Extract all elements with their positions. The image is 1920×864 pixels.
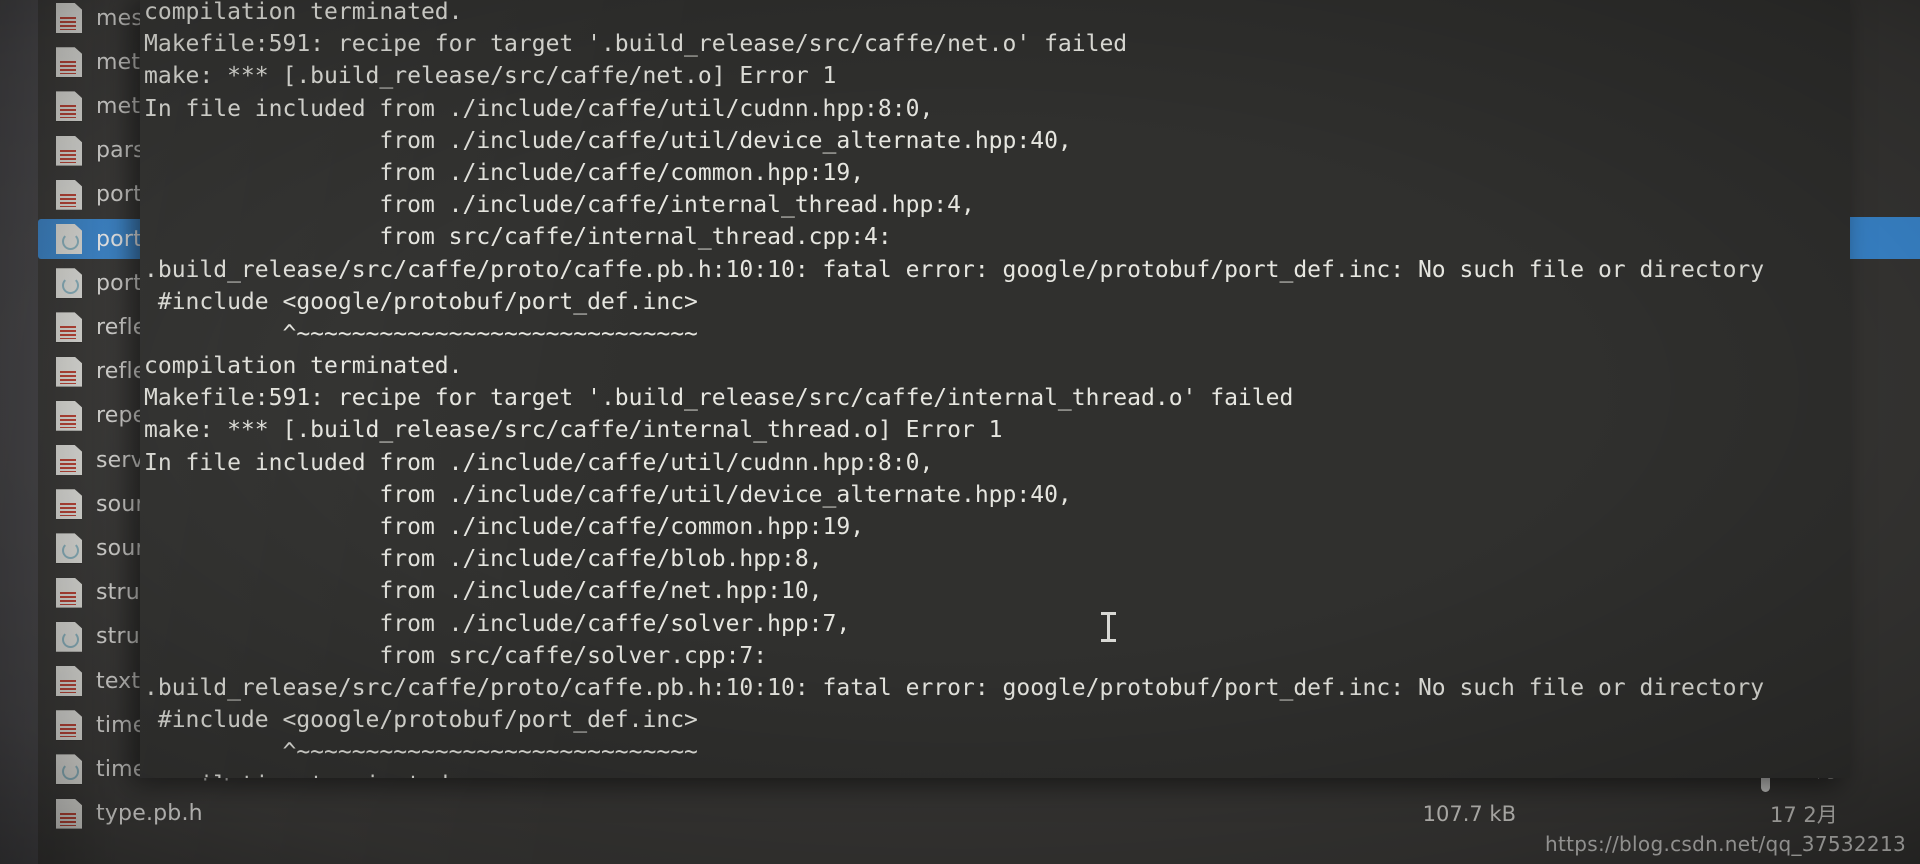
terminal-line: from src/caffe/solver.cpp:7: xyxy=(144,642,768,669)
terminal-line: Makefile:591: recipe for target '.build_… xyxy=(144,385,1294,412)
proto-file-icon xyxy=(56,268,82,299)
terminal-line: ^~~~~~~~~~~~~~~~~~~~~~~~~~~~~~ xyxy=(144,320,698,347)
file-date-label: 17 2月 xyxy=(1770,802,1838,827)
file-size-label: 107.7 kB xyxy=(1422,801,1516,826)
proto-file-icon xyxy=(56,754,82,785)
terminal-line: from ./include/caffe/internal_thread.hpp… xyxy=(144,192,975,219)
terminal-line: .build_release/src/caffe/proto/caffe.pb.… xyxy=(144,256,1765,283)
file-name-cell[interactable]: type.pb.h xyxy=(38,794,322,834)
terminal-line: from src/caffe/internal_thread.cpp:4: xyxy=(144,224,892,251)
terminal-line: from ./include/caffe/util/device_alterna… xyxy=(144,481,1072,508)
photographed-screen: message_lite.h7 2月metadata.h7 2月metadata… xyxy=(0,0,1920,864)
proto-file-icon xyxy=(56,224,82,254)
terminal-line: compilation terminated. xyxy=(144,769,1764,779)
terminal-line: In file included from ./include/caffe/ut… xyxy=(144,95,934,122)
h-file-icon xyxy=(56,356,82,387)
h-file-icon xyxy=(56,179,82,210)
terminal-line: ^~~~~~~~~~~~~~~~~~~~~~~~~~~~~~ xyxy=(144,739,698,766)
terminal-line: make: *** [.build_release/src/caffe/inte… xyxy=(144,417,1003,444)
proto-file-icon xyxy=(56,621,82,652)
h-file-icon xyxy=(56,400,82,431)
file-row[interactable]: type.pb.h 107.7 kB 17 2月 xyxy=(38,792,1920,836)
file-manager-sidebar-gutter xyxy=(0,0,38,864)
h-file-icon xyxy=(56,710,82,741)
terminal-line: from ./include/caffe/util/device_alterna… xyxy=(144,127,1072,154)
terminal-line: from ./include/caffe/common.hpp:19, xyxy=(144,514,865,540)
h-file-icon xyxy=(56,489,82,520)
h-file-icon xyxy=(56,445,82,475)
terminal-line: from ./include/caffe/net.hpp:10, xyxy=(144,578,823,605)
terminal-line: compilation terminated. xyxy=(144,353,463,380)
terminal-line: from ./include/caffe/common.hpp:19, xyxy=(144,159,865,186)
terminal-line: #include <google/protobuf/port_def.inc> xyxy=(144,288,698,315)
text-cursor-icon xyxy=(1101,612,1116,642)
h-file-icon xyxy=(56,135,82,166)
h-file-icon xyxy=(56,3,82,33)
file-name-label: type.pb.h xyxy=(96,801,203,827)
h-file-icon xyxy=(56,91,82,122)
terminal-line: #include <google/protobuf/port_def.inc> xyxy=(144,707,698,734)
terminal-line: In file included from ./include/caffe/ut… xyxy=(144,449,934,476)
terminal-line: .build_release/src/caffe/proto/caffe.pb.… xyxy=(144,674,1765,701)
h-file-icon xyxy=(56,312,82,343)
terminal-line: make: *** [.build_release/src/caffe/net.… xyxy=(144,63,837,90)
h-file-icon xyxy=(56,798,82,829)
terminal-line: from ./include/caffe/blob.hpp:8, xyxy=(144,546,823,573)
h-file-icon xyxy=(56,666,82,696)
terminal-line: Makefile:591: recipe for target '.build_… xyxy=(144,31,1128,58)
terminal-output: compilation terminated. Makefile:591: rec… xyxy=(140,0,1764,778)
terminal-window[interactable]: compilation terminated. Makefile:591: rec… xyxy=(140,0,1850,778)
terminal-line: compilation terminated. xyxy=(144,0,463,25)
h-file-icon xyxy=(56,47,82,78)
proto-file-icon xyxy=(56,533,82,564)
terminal-line: from ./include/caffe/solver.hpp:7, xyxy=(144,610,851,637)
h-file-icon xyxy=(56,577,82,608)
